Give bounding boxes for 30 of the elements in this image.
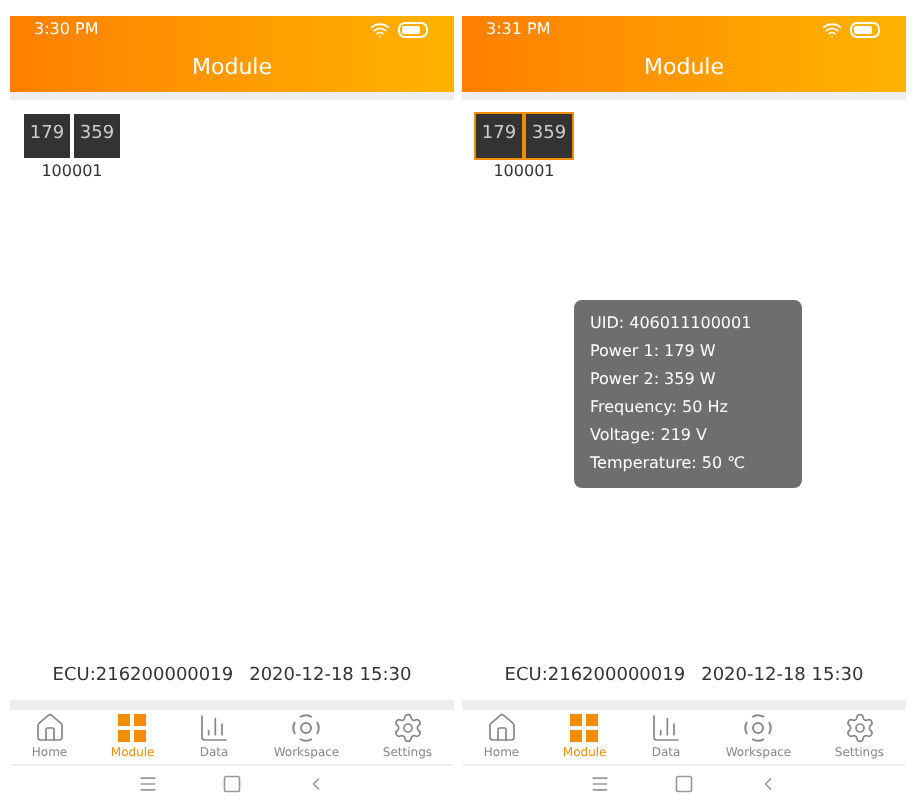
module-tile[interactable]: 179 359 [474,112,574,160]
ecu-id: ECU:216200000019 [504,663,686,689]
power-panel: 359 [526,114,572,158]
ecu-timestamp: 2020-12-18 15:30 [249,663,412,689]
tooltip-line: Voltage: 219 V [590,424,710,448]
ecu-id: ECU:216200000019 [52,663,234,689]
tooltip-line: Temperature: 50 ℃ [590,452,748,476]
screen-title: Module [644,51,724,84]
wifi-icon [822,20,842,40]
battery-icon [850,22,882,38]
menu-icon[interactable] [590,774,610,794]
status-time: 3:30 PM [34,18,99,42]
tooltip-line: Power 2: 359 W [590,368,718,392]
ecu-timestamp: 2020-12-18 15:30 [701,663,864,689]
module-id: 100001 [41,160,103,184]
power-panel: 359 [74,114,120,158]
power-panel: 179 [24,114,70,158]
screen-title: Module [192,51,272,84]
status-time: 3:31 PM [486,18,551,42]
wifi-icon [370,20,390,40]
menu-icon[interactable] [138,774,158,794]
tooltip-line: UID: 406011100001 [590,312,754,336]
module-tile[interactable]: 179 359 [22,112,122,160]
tooltip-line: Frequency: 50 Hz [590,396,730,420]
power-panel: 179 [476,114,522,158]
battery-icon [398,22,430,38]
home-square-icon[interactable] [674,774,694,794]
home-square-icon[interactable] [222,774,242,794]
tooltip-line: Power 1: 179 W [590,340,718,364]
module-id: 100001 [493,160,555,184]
